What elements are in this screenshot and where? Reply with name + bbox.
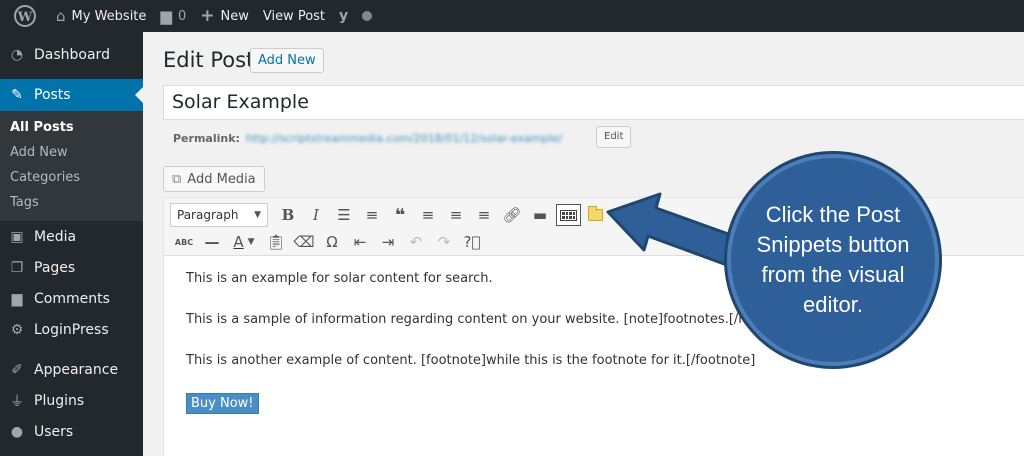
instruction-callout: Click the Post Snippets button from the … <box>727 154 939 366</box>
callout-text: Click the Post Snippets button from the … <box>756 202 910 317</box>
